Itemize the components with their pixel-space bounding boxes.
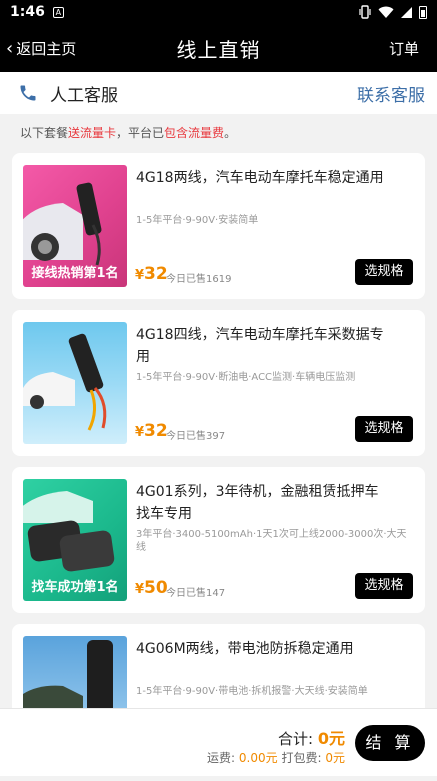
product-price: ¥50 [135,578,168,598]
product-badge: 接线热销第1名 [31,266,119,281]
sold-count: 今日已售397 [166,431,226,442]
price-value: 32 [144,421,168,441]
notice-suffix: 。 [224,126,237,140]
product-list: 接线热销第1名 4G18两线，汽车电动车摩托车稳定通用 1-5年平台·9-90V… [12,153,425,781]
product-price: ¥32 [135,264,168,284]
product-spec: 3年平台·3400-5100mAh·1天1次可上线2000-3000次·大天线 [136,529,407,553]
notice-highlight-fee: 包含流量费 [164,126,225,140]
wifi-icon [378,6,394,18]
chevron-left-icon: ‹ [6,37,14,59]
select-spec-button[interactable]: 选规格 [355,416,413,442]
price-symbol: ¥ [135,425,145,440]
price-symbol: ¥ [135,268,145,283]
select-spec-button[interactable]: 选规格 [355,259,413,285]
phone-icon [20,85,36,101]
packing-label: 打包费: [281,751,322,765]
sold-count: 今日已售1619 [166,274,232,285]
total-label: 合计: [278,730,314,748]
orders-button[interactable]: 订单 [389,24,419,72]
product-card[interactable]: 找车成功第1名 4G01系列，3年待机，金融租赁抵押车找车专用 3年平台·340… [12,467,425,613]
notification-icon: A [52,6,64,18]
notice-highlight-sim: 送流量卡 [68,126,117,140]
customer-service-bar: 人工客服 联系客服 [0,72,437,114]
product-image [23,322,127,444]
product-price: ¥32 [135,421,168,441]
total-value: 0元 [317,729,345,748]
product-card[interactable]: 4G18四线，汽车电动车摩托车采数据专用 1-5年平台·9-90V·断油电·AC… [12,310,425,456]
product-title: 4G18两线，汽车电动车摩托车稳定通用 [136,170,384,186]
vibrate-icon [359,5,371,19]
select-spec-button[interactable]: 选规格 [355,573,413,599]
product-spec: 1-5年平台·9-90V·带电池·拆机报警·大天线·安装简单 [136,686,368,697]
status-icons [358,5,427,19]
price-value: 50 [144,578,168,598]
checkout-button[interactable]: 结 算 [355,725,425,761]
shipping-label: 运费: [207,751,236,765]
status-time: 1:46 [10,4,45,20]
package-notice: 以下套餐送流量卡，平台已包含流量费。 [20,124,236,141]
product-card[interactable]: 接线热销第1名 4G18两线，汽车电动车摩托车稳定通用 1-5年平台·9-90V… [12,153,425,299]
price-value: 32 [144,264,168,284]
back-label: 返回主页 [16,39,77,58]
packing-value: 0元 [325,751,345,765]
shipping-value: 0.00元 [238,751,278,765]
sold-count: 今日已售147 [166,588,226,599]
notice-prefix: 以下套餐 [20,126,69,140]
back-button[interactable]: ‹ 返回主页 [6,24,76,72]
order-total: 合计: 0元 [278,725,345,749]
product-image: 找车成功第1名 [23,479,127,601]
product-spec: 1-5年平台·9-90V·断油电·ACC监测·车辆电压监测 [136,372,356,383]
product-title: 4G18四线，汽车电动车摩托车采数据专用 [136,327,384,365]
price-symbol: ¥ [135,582,145,597]
nav-bar: ‹ 返回主页 线上直销 订单 [0,24,437,72]
product-image: 接线热销第1名 [23,165,127,287]
status-bar: 1:46 A [0,0,437,24]
fee-summary: 运费: 0.00元 打包费: 0元 [207,749,345,766]
product-title: 4G01系列，3年待机，金融租赁抵押车找车专用 [136,484,379,522]
battery-icon [419,5,427,19]
checkout-bar: 合计: 0元 运费: 0.00元 打包费: 0元 结 算 [0,708,437,776]
product-badge: 找车成功第1名 [31,580,119,595]
contact-service-link[interactable]: 联系客服 [357,81,425,106]
product-title: 4G06M两线，带电池防拆稳定通用 [136,641,354,657]
service-label: 人工客服 [50,85,118,106]
notice-middle: ，平台已 [116,126,165,140]
signal-icon [401,6,412,18]
product-spec: 1-5年平台·9-90V·安装简单 [136,215,259,226]
